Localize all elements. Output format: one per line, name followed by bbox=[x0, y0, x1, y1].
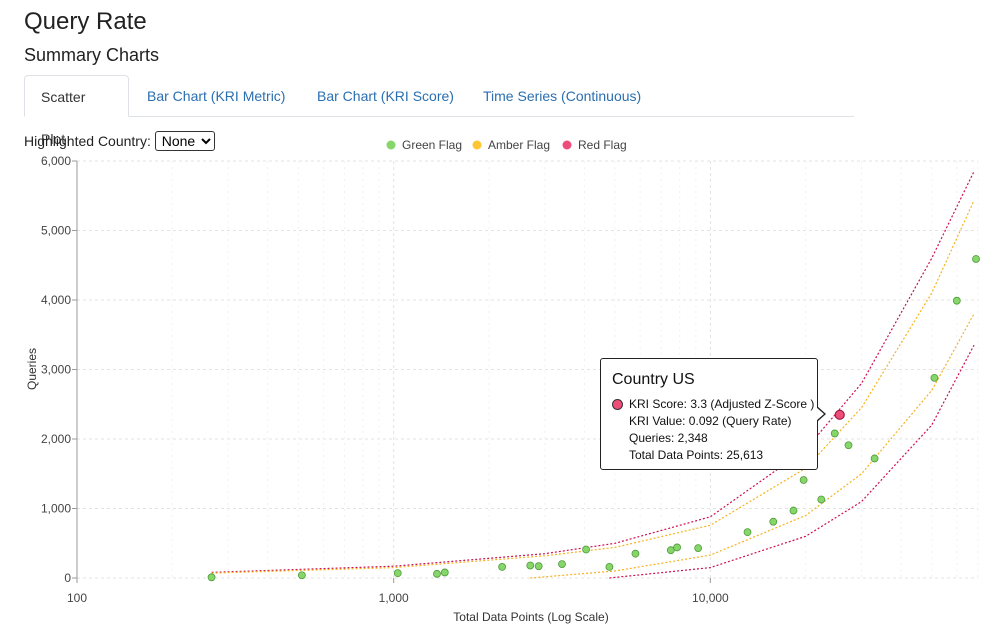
tooltip-title: Country US bbox=[612, 371, 695, 388]
highlighted-country-label: Highlighted Country: bbox=[24, 133, 151, 149]
tab-scatter-plot[interactable]: Scatter Plot bbox=[24, 75, 129, 147]
green-flag-point bbox=[498, 562, 507, 571]
y-tick-label: 0 bbox=[64, 571, 71, 585]
tooltip-flag-dot-icon bbox=[612, 399, 623, 410]
green-flag-point bbox=[799, 476, 808, 484]
green-flag-point bbox=[534, 562, 543, 571]
flag-boundary-lines bbox=[211, 171, 975, 579]
point-tooltip: Country US KRI Score: 3.3 (Adjusted Z-Sc… bbox=[600, 358, 818, 470]
legend-amber-dot-icon bbox=[472, 140, 482, 150]
green-flag-point bbox=[817, 495, 826, 504]
tooltip-kri-value: KRI Value: 0.092 (Query Rate) bbox=[629, 414, 792, 428]
tooltip-queries: Queries: 2,348 bbox=[629, 431, 708, 445]
tooltip-kri-score: KRI Score: 3.3 (Adjusted Z-Score ) bbox=[629, 397, 815, 411]
highlighted-country-select[interactable]: None bbox=[154, 131, 215, 151]
y-tick-label: 1,000 bbox=[41, 502, 71, 516]
green-flag-point bbox=[207, 573, 216, 582]
tooltip-arrow-inner bbox=[816, 407, 824, 421]
y-tick-label: 2,000 bbox=[41, 432, 71, 446]
green-flag-point bbox=[526, 561, 535, 570]
green-flag-point bbox=[930, 373, 939, 382]
green-flag-point bbox=[673, 543, 681, 552]
green-flag-point bbox=[743, 528, 752, 537]
green-flag-point bbox=[844, 441, 853, 450]
page-title: Query Rate bbox=[24, 8, 147, 35]
legend-green-label: Green Flag bbox=[402, 138, 462, 152]
green-flag-point bbox=[297, 571, 306, 580]
green-flag-point bbox=[440, 568, 449, 577]
green-flag-point bbox=[433, 569, 441, 578]
green-flag-point bbox=[666, 546, 675, 555]
red-flag-upper-boundary bbox=[211, 171, 975, 573]
y-tick-label: 5,000 bbox=[41, 224, 71, 238]
green-flag-point bbox=[605, 562, 614, 571]
amber-flag-upper-boundary bbox=[211, 200, 975, 574]
x-tick-label: 1,000 bbox=[379, 591, 409, 605]
green-flag-point bbox=[393, 569, 402, 578]
legend-red-label: Red Flag bbox=[578, 138, 627, 152]
x-tick-label: 100 bbox=[67, 591, 87, 605]
green-flag-point bbox=[694, 544, 703, 553]
chart-tabs: Scatter Plot Bar Chart (KRI Metric) Bar … bbox=[24, 75, 854, 147]
green-flag-point bbox=[870, 454, 879, 463]
green-flag-point bbox=[830, 429, 839, 438]
highlighted-country-filter: Highlighted Country: None bbox=[24, 131, 215, 151]
green-flag-point bbox=[631, 549, 640, 558]
green-flag-point bbox=[582, 545, 590, 554]
green-flag-point bbox=[558, 560, 566, 568]
tooltip-total-data-points: Total Data Points: 25,613 bbox=[629, 448, 764, 462]
chart-legend: Green Flag Amber Flag Red Flag bbox=[386, 138, 627, 152]
tab-bar-chart-kri-score[interactable]: Bar Chart (KRI Score) bbox=[301, 75, 470, 116]
green-flag-point bbox=[769, 517, 778, 526]
y-tick-label: 4,000 bbox=[41, 293, 71, 307]
x-tick-label: 10,000 bbox=[692, 591, 729, 605]
page-subtitle: Summary Charts bbox=[24, 45, 160, 65]
red-flag-point bbox=[834, 409, 845, 420]
tab-time-series-continuous[interactable]: Time Series (Continuous) bbox=[467, 75, 657, 116]
green-flag-point bbox=[952, 296, 961, 305]
data-points bbox=[207, 255, 980, 582]
tab-bar-chart-kri-metric[interactable]: Bar Chart (KRI Metric) bbox=[131, 75, 301, 116]
legend-green-dot-icon bbox=[386, 140, 396, 150]
legend-red-dot-icon bbox=[562, 140, 572, 150]
y-axis-label: Queries bbox=[25, 348, 39, 390]
chart-grid bbox=[76, 160, 979, 579]
green-flag-point bbox=[789, 506, 798, 515]
legend-amber-label: Amber Flag bbox=[488, 138, 550, 152]
y-tick-label: 3,000 bbox=[41, 363, 71, 377]
x-axis-label: Total Data Points (Log Scale) bbox=[453, 610, 608, 624]
green-flag-point bbox=[972, 255, 980, 263]
